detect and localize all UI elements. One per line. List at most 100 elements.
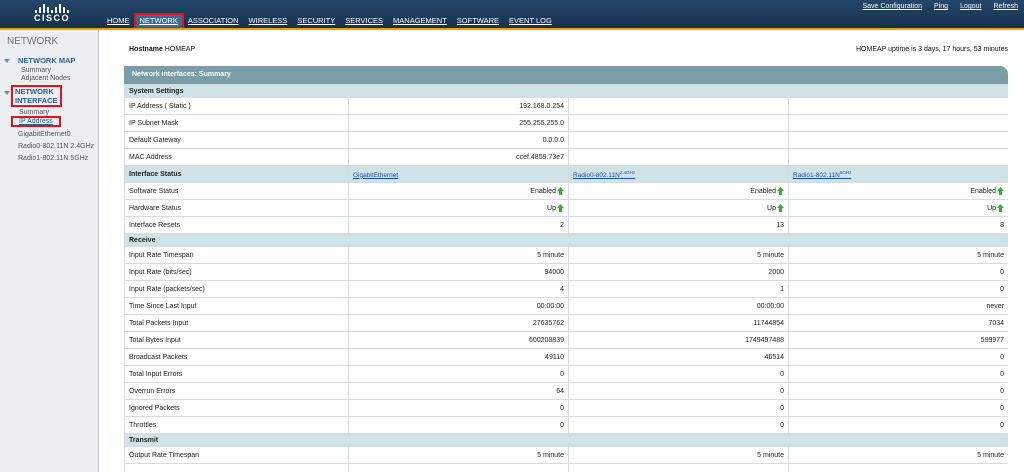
- tab-services[interactable]: SERVICES: [340, 14, 388, 28]
- row-value: 0: [568, 416, 789, 434]
- interfaces-summary-panel: Network Interfaces: Summary System Setti…: [124, 66, 1008, 472]
- row-value: 5 minute: [787, 246, 1008, 264]
- sidebar-item-ip-address[interactable]: IP Address: [11, 116, 61, 127]
- sidebar-item-radio0[interactable]: Radio0-802.11N 2.4GHz: [18, 143, 94, 150]
- up-arrow-icon: [557, 204, 564, 212]
- section-label-line1: NETWORK: [15, 87, 54, 96]
- row-value: 0: [787, 382, 1008, 400]
- row-value: 1749497488: [568, 331, 789, 349]
- interface-name: Radio1-802.11N: [793, 171, 840, 179]
- row-value: 5 minute: [568, 246, 789, 264]
- tab-event-log[interactable]: EVENT LOG: [504, 14, 557, 28]
- tab-software[interactable]: SOFTWARE: [452, 14, 504, 28]
- status-cell: Up: [787, 199, 1008, 217]
- utility-nav: Save Configuration Ping Logout Refresh: [857, 2, 1024, 11]
- interface-header: GigabitEthernet: [348, 165, 569, 183]
- interface-name: Radio0-802.11N: [573, 171, 620, 179]
- row-label: Ignored Packets: [124, 399, 349, 417]
- cisco-logo: CISCO: [30, 2, 74, 26]
- tab-association[interactable]: ASSOCIATION: [183, 14, 244, 28]
- tab-security[interactable]: SECURITY: [292, 14, 340, 28]
- logout-link[interactable]: Logout: [954, 2, 987, 11]
- empty-cell: [124, 463, 349, 472]
- up-arrow-icon: [777, 204, 784, 212]
- table-row: Total Bytes Input 600208839 1749497488 5999…: [124, 331, 1008, 349]
- collapse-arrow-icon[interactable]: [4, 91, 10, 95]
- sidebar-section-network-map[interactable]: NETWORK MAP: [18, 56, 76, 65]
- sidebar-item-interface-summary[interactable]: Summary: [19, 109, 49, 116]
- interface-band: 5GHz: [839, 169, 852, 175]
- status-text: Up: [767, 204, 776, 212]
- tab-label: WIRELESS: [248, 16, 288, 25]
- row-label: Software Status: [124, 182, 349, 200]
- sidebar-item-gigabitethernet0[interactable]: GigabitEthernet0: [18, 131, 71, 138]
- row-value: 2000: [568, 263, 789, 281]
- empty-cell: [568, 114, 789, 132]
- panel-title: Network Interfaces: Summary: [124, 66, 1008, 84]
- table-row: Software Status Enabled Enabled Enabled: [124, 182, 1008, 200]
- tab-network[interactable]: NETWORK: [133, 13, 184, 29]
- section-receive: Receive: [124, 233, 1008, 247]
- empty-cell: [787, 463, 1008, 472]
- row-label: IP Subnet Mask: [124, 114, 349, 132]
- table-row: Ignored Packets 0 0 0: [124, 399, 1008, 417]
- refresh-link[interactable]: Refresh: [987, 2, 1024, 11]
- sidebar-item-summary[interactable]: Summary: [21, 67, 51, 74]
- row-value: 0: [787, 399, 1008, 417]
- table-row: Input Rate (packets/sec) 4 1 0: [124, 280, 1008, 298]
- empty-cell: [568, 148, 789, 166]
- row-value: 5 minute: [568, 446, 789, 464]
- sidebar-item-radio1[interactable]: Radio1-802.11N 5GHz: [18, 155, 88, 162]
- row-value: 94000: [348, 263, 569, 281]
- table-row: Overrun Errors 64 0 0: [124, 382, 1008, 400]
- sidebar: NETWORK NETWORK MAP Summary Adjacent Nod…: [0, 30, 99, 472]
- row-value: 00:00:00: [348, 297, 569, 315]
- empty-cell: [787, 97, 1008, 115]
- empty-cell: [787, 148, 1008, 166]
- empty-cell: [787, 114, 1008, 132]
- row-label: Hardware Status: [124, 199, 349, 217]
- section-label: Transmit: [124, 433, 1008, 447]
- table-row: Broadcast Packets 49110 46514 0: [124, 348, 1008, 366]
- section-label: Receive: [124, 233, 1008, 247]
- row-label: Input Rate (packets/sec): [124, 280, 349, 298]
- row-value: 0: [787, 263, 1008, 281]
- save-configuration-link[interactable]: Save Configuration: [857, 2, 929, 11]
- tab-management[interactable]: MANAGEMENT: [388, 14, 452, 28]
- row-value: 0: [348, 416, 569, 434]
- ping-link[interactable]: Ping: [928, 2, 954, 11]
- up-arrow-icon: [777, 187, 784, 195]
- empty-cell: [348, 463, 569, 472]
- row-value: 8: [787, 216, 1008, 234]
- tab-wireless[interactable]: WIRELESS: [244, 14, 293, 28]
- row-label: Input Rate Timespan: [124, 246, 349, 264]
- row-label: IP Address ( Static ): [124, 97, 349, 115]
- tab-home[interactable]: HOME: [102, 14, 135, 28]
- section-transmit: Transmit: [124, 433, 1008, 447]
- sidebar-section-network-interface[interactable]: NETWORK INTERFACE: [11, 85, 62, 107]
- table-row: Throttles 0 0 0: [124, 416, 1008, 434]
- row-value: never: [787, 297, 1008, 315]
- row-value: 0: [787, 348, 1008, 366]
- up-arrow-icon: [997, 187, 1005, 195]
- interface-link-radio1[interactable]: Radio1-802.11N5GHz: [793, 169, 852, 179]
- interface-link-gigabitethernet[interactable]: GigabitEthernet: [353, 172, 398, 179]
- section-interface-status: Interface Status GigabitEthernet Radio0-…: [124, 165, 1008, 183]
- status-cell: Up: [568, 199, 789, 217]
- row-value: 7034: [787, 314, 1008, 332]
- empty-cell: [568, 97, 789, 115]
- collapse-arrow-icon[interactable]: [4, 59, 10, 63]
- status-text: Up: [547, 204, 556, 212]
- table-row: Interface Resets 2 13 8: [124, 216, 1008, 234]
- tab-label: NETWORK: [139, 16, 178, 25]
- empty-cell: [568, 463, 789, 472]
- status-cell: Enabled: [348, 182, 569, 200]
- top-bar: CISCO HOME NETWORK ASSOCIATION WIRELESS …: [0, 0, 1024, 29]
- row-value: 0: [787, 280, 1008, 298]
- interface-link-radio0[interactable]: Radio0-802.11N2.4GHz: [573, 169, 635, 179]
- tab-label: EVENT LOG: [509, 16, 552, 25]
- table-row: Total Packets Input 27635762 11744854 7034: [124, 314, 1008, 332]
- empty-cell: [787, 131, 1008, 149]
- sidebar-item-adjacent-nodes[interactable]: Adjacent Nodes: [21, 75, 70, 82]
- section-label: System Settings: [124, 84, 1008, 98]
